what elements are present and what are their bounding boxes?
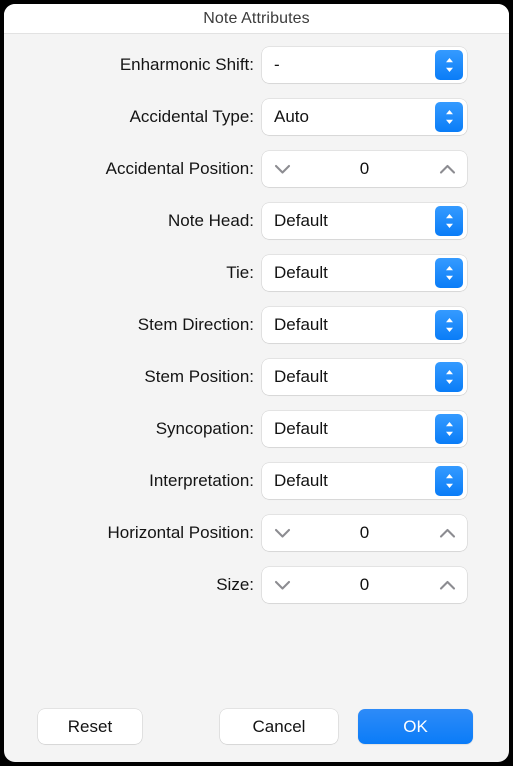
popup-value-accidental-type: Auto [274,107,309,126]
popup-button-interpretation[interactable]: Default [262,463,467,499]
label-interpretation: Interpretation: [149,471,254,490]
form-row-note-head: Note Head: Default [4,203,509,239]
label-note-head: Note Head: [168,211,254,230]
form-row-enharmonic-shift: Enharmonic Shift: - [4,47,509,83]
stepper-size[interactable]: 0 [262,567,467,603]
popup-button-tie[interactable]: Default [262,255,467,291]
ok-button[interactable]: OK [358,709,473,744]
label-horizontal-position: Horizontal Position: [107,523,254,542]
label-enharmonic-shift: Enharmonic Shift: [119,55,254,74]
popup-button-enharmonic-shift[interactable]: - [262,47,467,83]
label-stem-direction: Stem Direction: [137,315,254,334]
popup-button-accidental-type[interactable]: Auto [262,99,467,135]
form-row-syncopation: Syncopation: Default [4,411,509,447]
chevron-up-down-icon[interactable] [435,414,463,444]
popup-value-stem-direction: Default [274,315,328,334]
stepper-accidental-position[interactable]: 0 [262,151,467,187]
dialog-footer: Reset Cancel OK [4,686,509,762]
chevron-up-down-icon[interactable] [435,102,463,132]
form-row-interpretation: Interpretation: Default [4,463,509,499]
form-row-stem-direction: Stem Direction: Default [4,307,509,343]
dialog-titlebar: Note Attributes [4,4,509,34]
popup-button-syncopation[interactable]: Default [262,411,467,447]
form-row-horizontal-position: Horizontal Position: 0 [4,515,509,551]
attributes-form: Enharmonic Shift: - Accidental Type: Auto Ac… [4,34,509,603]
form-row-stem-position: Stem Position: Default [4,359,509,395]
popup-button-stem-position[interactable]: Default [262,359,467,395]
form-row-tie: Tie: Default [4,255,509,291]
popup-value-enharmonic-shift: - [274,55,280,74]
label-accidental-type: Accidental Type: [129,107,254,126]
chevron-up-down-icon[interactable] [435,362,463,392]
chevron-down-icon[interactable] [262,161,302,178]
form-row-accidental-type: Accidental Type: Auto [4,99,509,135]
popup-value-tie: Default [274,263,328,282]
popup-value-stem-position: Default [274,367,328,386]
stepper-value-size: 0 [359,575,370,594]
chevron-up-down-icon[interactable] [435,258,463,288]
label-stem-position: Stem Position: [144,367,254,386]
form-row-size: Size: 0 [4,567,509,603]
chevron-up-down-icon[interactable] [435,310,463,340]
chevron-up-icon[interactable] [427,161,467,178]
label-accidental-position: Accidental Position: [105,159,254,178]
popup-value-syncopation: Default [274,419,328,438]
popup-value-note-head: Default [274,211,328,230]
label-tie: Tie: [226,263,254,282]
dialog-title: Note Attributes [203,9,310,27]
chevron-down-icon[interactable] [262,577,302,594]
label-size: Size: [216,575,254,594]
stepper-value-horizontal-position: 0 [359,523,370,542]
popup-button-note-head[interactable]: Default [262,203,467,239]
chevron-up-down-icon[interactable] [435,50,463,80]
chevron-up-down-icon[interactable] [435,206,463,236]
chevron-up-down-icon[interactable] [435,466,463,496]
chevron-up-icon[interactable] [427,577,467,594]
stepper-horizontal-position[interactable]: 0 [262,515,467,551]
chevron-down-icon[interactable] [262,525,302,542]
note-attributes-dialog: Note Attributes Enharmonic Shift: - Accide… [4,4,509,762]
popup-button-stem-direction[interactable]: Default [262,307,467,343]
stepper-value-accidental-position: 0 [359,159,370,178]
popup-value-interpretation: Default [274,471,328,490]
form-row-accidental-position: Accidental Position: 0 [4,151,509,187]
cancel-button[interactable]: Cancel [220,709,338,744]
reset-button[interactable]: Reset [38,709,142,744]
label-syncopation: Syncopation: [155,419,254,438]
chevron-up-icon[interactable] [427,525,467,542]
